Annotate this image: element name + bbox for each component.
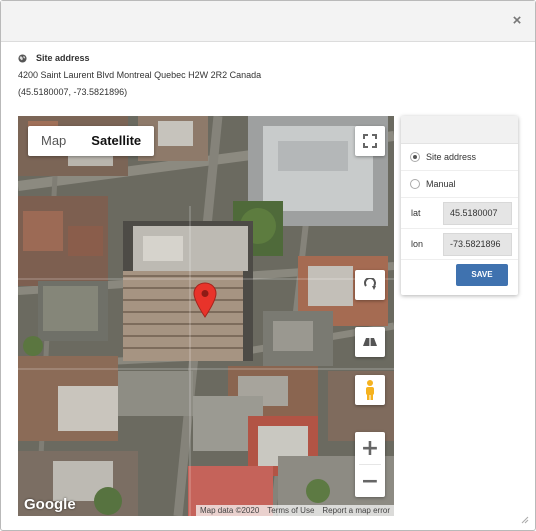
option-site-address-label: Site address xyxy=(426,152,477,162)
zoom-out-button[interactable]: − xyxy=(355,465,385,497)
site-address-radio[interactable] xyxy=(410,152,420,162)
street-view-button[interactable] xyxy=(355,375,385,405)
fullscreen-icon xyxy=(363,134,377,148)
rotate-button[interactable] xyxy=(355,270,385,300)
satellite-map[interactable]: Map Satellite + − Google Map data ©2020 … xyxy=(18,116,394,516)
lat-row: lat 45.5180007 xyxy=(401,198,518,229)
address-block: Site address 4200 Saint Laurent Blvd Mon… xyxy=(18,53,261,97)
address-coords: (45.5180007, -73.5821896) xyxy=(18,87,128,97)
zoom-in-button[interactable]: + xyxy=(355,432,385,464)
lat-label: lat xyxy=(411,208,421,218)
lon-field[interactable]: -73.5821896 xyxy=(443,232,512,256)
map-type-satellite-button[interactable]: Satellite xyxy=(79,126,154,156)
google-logo: Google xyxy=(24,496,76,513)
pegman-icon xyxy=(366,380,374,400)
map-type-map-button[interactable]: Map xyxy=(28,126,79,156)
map-attribution: Map data ©2020 Terms of Use Report a map… xyxy=(196,505,394,516)
lon-label: lon xyxy=(411,239,424,249)
resize-handle-icon[interactable] xyxy=(519,514,529,524)
map-data-text: Map data ©2020 xyxy=(200,506,260,515)
fullscreen-button[interactable] xyxy=(355,126,385,156)
tilt-icon xyxy=(363,338,377,346)
lon-row: lon -73.5821896 xyxy=(401,229,518,260)
save-button[interactable]: SAVE xyxy=(456,264,508,286)
zoom-control: + − xyxy=(355,432,385,497)
close-button[interactable]: × xyxy=(509,13,525,29)
report-map-error-link[interactable]: Report a map error xyxy=(318,505,394,516)
dialog-header: × xyxy=(1,1,535,42)
map-type-control: Map Satellite xyxy=(28,126,155,156)
tilt-button[interactable] xyxy=(355,327,385,357)
terms-of-use-link[interactable]: Terms of Use xyxy=(263,505,318,516)
option-site-address[interactable]: Site address xyxy=(401,144,518,171)
manual-radio[interactable] xyxy=(410,179,420,189)
option-manual[interactable]: Manual xyxy=(401,171,518,198)
address-title: Site address xyxy=(36,53,90,63)
option-manual-label: Manual xyxy=(426,179,456,189)
location-panel: Site address Manual lat 45.5180007 lon -… xyxy=(401,116,518,295)
rotate-icon xyxy=(364,278,376,290)
map-pin-icon[interactable] xyxy=(193,282,217,318)
globe-icon xyxy=(18,53,27,63)
address-line: 4200 Saint Laurent Blvd Montreal Quebec … xyxy=(18,70,262,80)
lat-field[interactable]: 45.5180007 xyxy=(443,201,512,225)
panel-header xyxy=(401,116,518,144)
site-address-dialog: × Site address 4200 Saint Laurent Blvd M… xyxy=(0,0,536,531)
